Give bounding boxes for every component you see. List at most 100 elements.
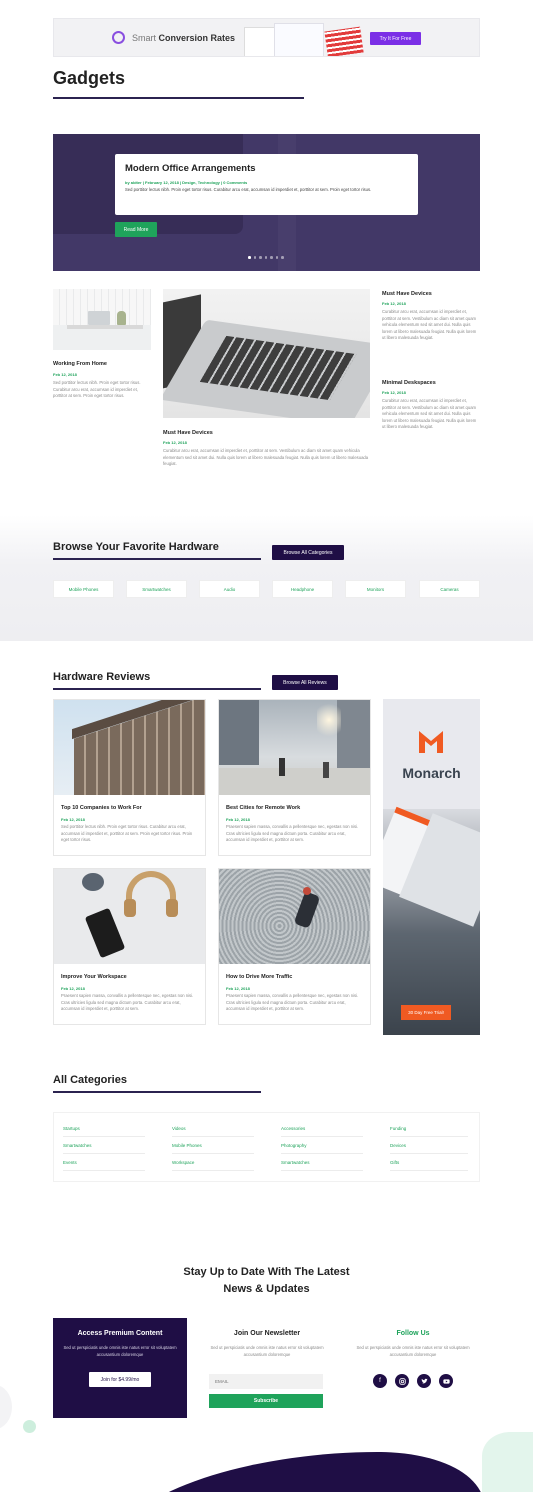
category-divider: [172, 1153, 254, 1154]
post-right2-excerpt: Curabitur arcu erat, accumsan id imperdi…: [382, 398, 477, 429]
category-link[interactable]: Startups: [63, 1126, 80, 1131]
category-link[interactable]: Smartwatches: [281, 1160, 310, 1165]
hero-dot[interactable]: [253, 256, 256, 259]
category-pill-audio[interactable]: Audio: [199, 580, 260, 598]
review-card-date: Feb 12, 2018: [226, 986, 250, 991]
category-divider: [172, 1170, 254, 1171]
category-pill-mobile-phones[interactable]: Mobile Phones: [53, 580, 114, 598]
category-link[interactable]: Mobile Phones: [172, 1143, 202, 1148]
category-link[interactable]: Workspace: [172, 1160, 194, 1165]
instagram-icon[interactable]: [395, 1374, 409, 1388]
hero-dot[interactable]: [264, 256, 267, 259]
join-newsletter-title: Join Our Newsletter: [233, 1330, 301, 1337]
category-pill-monitors[interactable]: Monitors: [345, 580, 406, 598]
newsletter-heading-line1: Stay Up to Date With The Latest: [183, 1266, 350, 1278]
category-link[interactable]: Videos: [172, 1126, 186, 1131]
browse-section: [0, 515, 533, 641]
category-pill-cameras[interactable]: Cameras: [419, 580, 480, 598]
ad-cta-button[interactable]: Try It For Free: [370, 32, 421, 45]
newsletter-heading: Stay Up to Date With The Latest News & U…: [0, 1264, 533, 1298]
post-left-excerpt: Sed porttitor lectus nibh. Proin eget to…: [53, 380, 141, 398]
hero-read-more-button[interactable]: Read More: [115, 222, 157, 237]
category-divider: [390, 1170, 468, 1171]
category-link[interactable]: Gifts: [390, 1160, 399, 1165]
hero-dot[interactable]: [281, 256, 284, 259]
premium-join-button[interactable]: Join for $4.99/mo: [89, 1372, 151, 1387]
review-card[interactable]: How to Drive More Traffic Feb 12, 2018 P…: [218, 868, 371, 1025]
hero-title: Modern Office Arrangements: [125, 163, 256, 174]
hero-slider[interactable]: Modern Office Arrangements by aldter | F…: [53, 134, 480, 271]
post-center-title[interactable]: Must Have Devices: [163, 430, 213, 436]
hero-dot[interactable]: [259, 256, 262, 259]
hero-card: Modern Office Arrangements by aldter | F…: [115, 154, 418, 215]
monarch-brand: Monarch: [402, 765, 461, 781]
category-divider: [281, 1153, 363, 1154]
review-card-date: Feb 12, 2018: [61, 817, 85, 822]
footer-dark-wave: [118, 1452, 522, 1492]
hero-dots[interactable]: [248, 256, 284, 259]
top-ad-banner[interactable]: Smart Conversion Rates Try It For Free: [53, 18, 480, 57]
reviews-title: Hardware Reviews: [53, 671, 151, 683]
review-card[interactable]: Improve Your Workspace Feb 12, 2018 Prae…: [53, 868, 206, 1025]
category-divider: [281, 1170, 363, 1171]
review-card-title: How to Drive More Traffic: [226, 974, 293, 980]
browse-title: Browse Your Favorite Hardware: [53, 541, 219, 553]
category-pill-headphone[interactable]: Headphone: [272, 580, 333, 598]
browse-all-categories-button[interactable]: Browse All Categories: [272, 545, 344, 560]
all-categories-box: [53, 1112, 480, 1182]
premium-content-box: Access Premium Content Sed ut perspiciat…: [53, 1318, 187, 1418]
review-card[interactable]: Top 10 Companies to Work For Feb 12, 201…: [53, 699, 206, 856]
join-newsletter-text: Sed ut perspiciatis unde omnis iste natu…: [210, 1345, 324, 1357]
ad-logo-icon: [112, 31, 125, 44]
review-card[interactable]: Best Cities for Remote Work Feb 12, 2018…: [218, 699, 371, 856]
hero-excerpt: Sed porttitor lectus nibh. Proin eget to…: [125, 187, 372, 192]
review-card-title: Best Cities for Remote Work: [226, 805, 301, 811]
ad-screenshot-graphic: [244, 23, 364, 56]
post-right1-title[interactable]: Must Have Devices: [382, 291, 432, 297]
twitter-icon[interactable]: [417, 1374, 431, 1388]
post-center-image[interactable]: [163, 289, 370, 418]
hero-meta: by aldter | February 12, 2018 | Design, …: [125, 180, 248, 185]
browse-underline: [53, 558, 261, 560]
post-left-image[interactable]: [53, 289, 151, 350]
decorative-circle-left: [0, 1385, 12, 1429]
review-card-excerpt: Praesent sapien massa, convallis a pelle…: [226, 824, 359, 842]
post-left-date: Feb 12, 2018: [53, 372, 77, 377]
post-right1-excerpt: Curabitur arcu erat, accumsan id imperdi…: [382, 309, 477, 340]
monarch-screenshot-graphic: [383, 806, 480, 1035]
monarch-logo-icon: [417, 727, 445, 755]
category-link[interactable]: Devices: [390, 1143, 406, 1148]
category-link[interactable]: Accessories: [281, 1126, 305, 1131]
review-card-excerpt: Sed porttitor lectus nibh. Proin eget to…: [61, 824, 193, 842]
category-link[interactable]: Funding: [390, 1126, 406, 1131]
review-card-title: Improve Your Workspace: [61, 974, 127, 980]
monarch-trial-button[interactable]: 30 Day Free Trial!: [401, 1005, 451, 1020]
category-pill-smartwatches[interactable]: Smartwatches: [126, 580, 187, 598]
subscribe-button[interactable]: Subscribe: [209, 1394, 323, 1408]
category-link[interactable]: Photography: [281, 1143, 307, 1148]
review-card-image: [219, 869, 370, 964]
hero-dot[interactable]: [248, 256, 251, 259]
review-card-excerpt: Praesent sapien massa, convallis a pelle…: [61, 993, 194, 1011]
social-icons: f: [373, 1374, 453, 1388]
post-left-title[interactable]: Working From Home: [53, 361, 107, 367]
post-center-excerpt: Curabitur arcu erat, accumsan id imperdi…: [163, 448, 369, 466]
review-card-image: [54, 869, 205, 964]
browse-all-reviews-button[interactable]: Browse All Reviews: [272, 675, 338, 690]
post-right2-title[interactable]: Minimal Deskspaces: [382, 380, 436, 386]
hero-dot[interactable]: [275, 256, 278, 259]
email-input[interactable]: [209, 1374, 323, 1389]
category-link[interactable]: Smartwatches: [63, 1143, 92, 1148]
review-card-excerpt: Praesent sapien massa, convallis a pelle…: [226, 993, 359, 1011]
category-divider: [281, 1136, 363, 1137]
category-link[interactable]: Events: [63, 1160, 77, 1165]
facebook-icon[interactable]: f: [373, 1374, 387, 1388]
post-center-date: Feb 12, 2018: [163, 440, 187, 445]
youtube-icon[interactable]: [439, 1374, 453, 1388]
hero-dot[interactable]: [270, 256, 273, 259]
review-card-date: Feb 12, 2018: [61, 986, 85, 991]
monarch-sidebar-ad[interactable]: Monarch 30 Day Free Trial!: [383, 699, 480, 1035]
decorative-dot-green: [23, 1420, 36, 1433]
newsletter-heading-line2: News & Updates: [223, 1283, 310, 1295]
all-categories-title: All Categories: [53, 1074, 127, 1086]
